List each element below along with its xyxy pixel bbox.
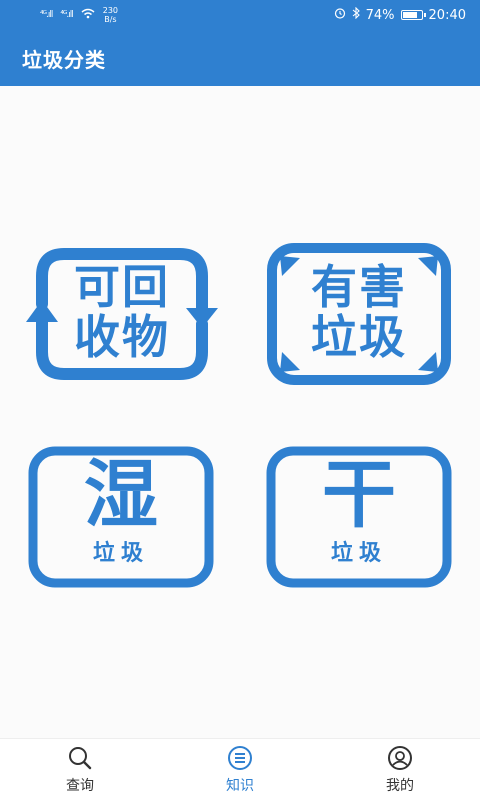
page-title: 垃圾分类 xyxy=(22,47,106,72)
search-icon xyxy=(69,746,92,769)
clock: 20:40 xyxy=(428,7,466,23)
alarm-icon xyxy=(334,7,346,23)
speed-unit: B/s xyxy=(104,15,117,24)
network-speed: 230 B/s xyxy=(103,6,118,24)
tab-search[interactable]: 查询 xyxy=(0,739,160,800)
signal-icon: ⁴ᴳ.ıll xyxy=(60,10,73,20)
tab-search-label: 查询 xyxy=(66,777,94,794)
tab-profile-label: 我的 xyxy=(386,777,414,794)
speed-value: 230 xyxy=(102,6,119,15)
signal-icon: ⁴ᴳ.ıll xyxy=(40,10,53,20)
battery-icon xyxy=(400,10,426,20)
tab-knowledge-label: 知识 xyxy=(226,777,254,794)
battery-percent: 74% xyxy=(365,7,395,23)
app-bar: 垃圾分类 xyxy=(0,30,480,86)
wifi-icon xyxy=(81,8,95,22)
hazardous-card[interactable]: 有害 垃圾 xyxy=(266,242,452,386)
wet-sub-label: 垃圾 xyxy=(92,541,149,566)
tab-profile[interactable]: 我的 xyxy=(320,739,480,800)
dry-main-label: 干 xyxy=(322,452,396,538)
hazardous-line1: 有害 xyxy=(311,260,407,314)
bottom-tab-bar: 查询 知识 我的 xyxy=(0,738,480,800)
recyclable-card[interactable]: 可回 收物 xyxy=(16,242,228,386)
category-grid: 可回 收物 有害 垃圾 湿 垃圾 干 垃圾 xyxy=(0,86,480,738)
dry-sub-label: 垃圾 xyxy=(330,541,387,566)
hazardous-label: 有害 垃圾 xyxy=(266,262,452,362)
bluetooth-icon xyxy=(352,6,360,23)
dry-waste-card[interactable]: 干 垃圾 xyxy=(266,446,452,588)
hazardous-line2: 垃圾 xyxy=(311,310,407,364)
recyclable-line1: 可回 xyxy=(74,260,170,314)
tab-knowledge[interactable]: 知识 xyxy=(160,739,320,800)
wet-waste-card[interactable]: 湿 垃圾 xyxy=(28,446,214,588)
knowledge-icon xyxy=(228,745,252,770)
status-bar: ⁴ᴳ.ıll ⁴ᴳ.ıll 230 B/s 74% 20:40 xyxy=(0,0,480,30)
wet-main-label: 湿 xyxy=(84,452,158,538)
recyclable-line2: 收物 xyxy=(74,310,170,364)
profile-icon xyxy=(388,745,412,770)
recyclable-label: 可回 收物 xyxy=(16,262,228,362)
